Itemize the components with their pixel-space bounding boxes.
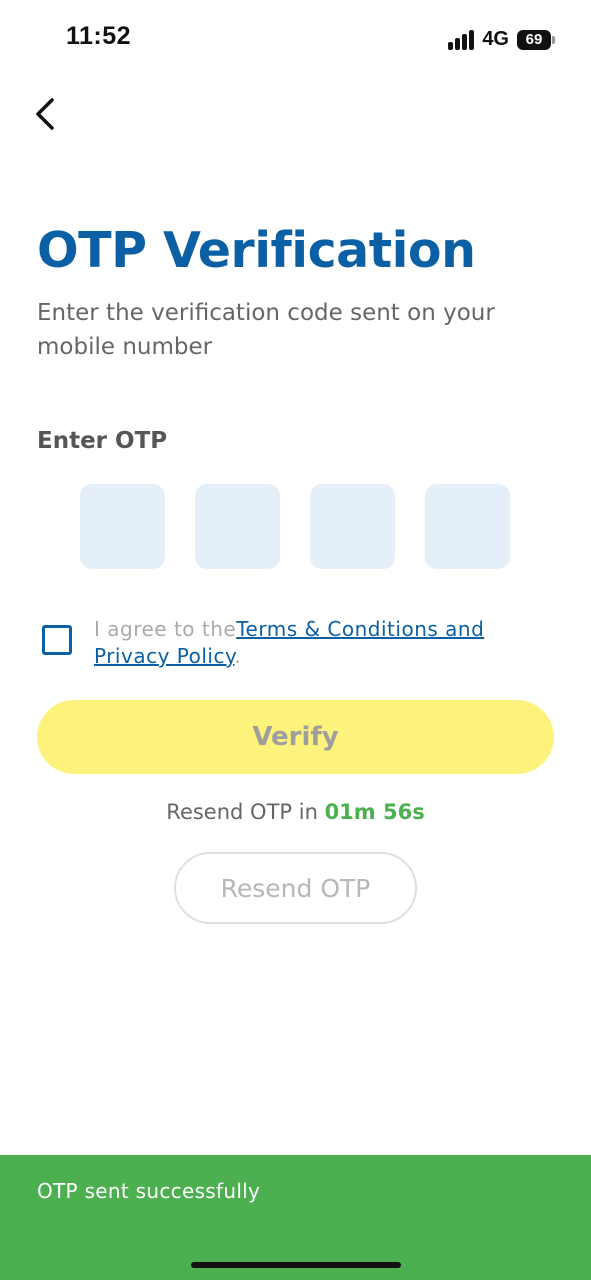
otp-digit-3[interactable] bbox=[310, 484, 395, 569]
chevron-left-icon bbox=[36, 98, 54, 130]
status-indicators: 4G 69 bbox=[448, 28, 555, 51]
terms-suffix: . bbox=[234, 644, 242, 668]
page-subtitle: Enter the verification code sent on your… bbox=[37, 300, 495, 360]
toast-notification: OTP sent successfully bbox=[0, 1155, 591, 1280]
otp-digit-2[interactable] bbox=[195, 484, 280, 569]
resend-timer: Resend OTP in 01m 56s bbox=[0, 800, 591, 824]
terms-checkbox[interactable] bbox=[42, 625, 72, 655]
terms-text: I agree to theTerms & Conditions and Pri… bbox=[94, 616, 524, 670]
otp-digit-1[interactable] bbox=[80, 484, 165, 569]
otp-input-group bbox=[80, 484, 510, 569]
resend-otp-button[interactable]: Resend OTP bbox=[174, 852, 417, 924]
resend-timer-prefix: Resend OTP in bbox=[166, 800, 325, 824]
cellular-signal-icon bbox=[448, 29, 475, 50]
terms-prefix: I agree to the bbox=[94, 617, 237, 641]
resend-countdown: 01m 56s bbox=[324, 800, 425, 824]
battery-icon: 69 bbox=[517, 29, 555, 50]
otp-label: Enter OTP bbox=[37, 428, 168, 454]
otp-digit-4[interactable] bbox=[425, 484, 510, 569]
back-button[interactable] bbox=[22, 90, 66, 138]
battery-level: 69 bbox=[525, 31, 543, 48]
home-indicator[interactable] bbox=[191, 1262, 401, 1268]
verify-button[interactable]: Verify bbox=[37, 700, 554, 774]
toast-message: OTP sent successfully bbox=[37, 1179, 261, 1203]
status-bar: 11:52 4G 69 bbox=[0, 0, 591, 80]
page-title: OTP Verification bbox=[37, 222, 476, 279]
terms-agreement: I agree to theTerms & Conditions and Pri… bbox=[42, 616, 524, 670]
status-time: 11:52 bbox=[66, 22, 132, 50]
network-type: 4G bbox=[482, 28, 509, 50]
